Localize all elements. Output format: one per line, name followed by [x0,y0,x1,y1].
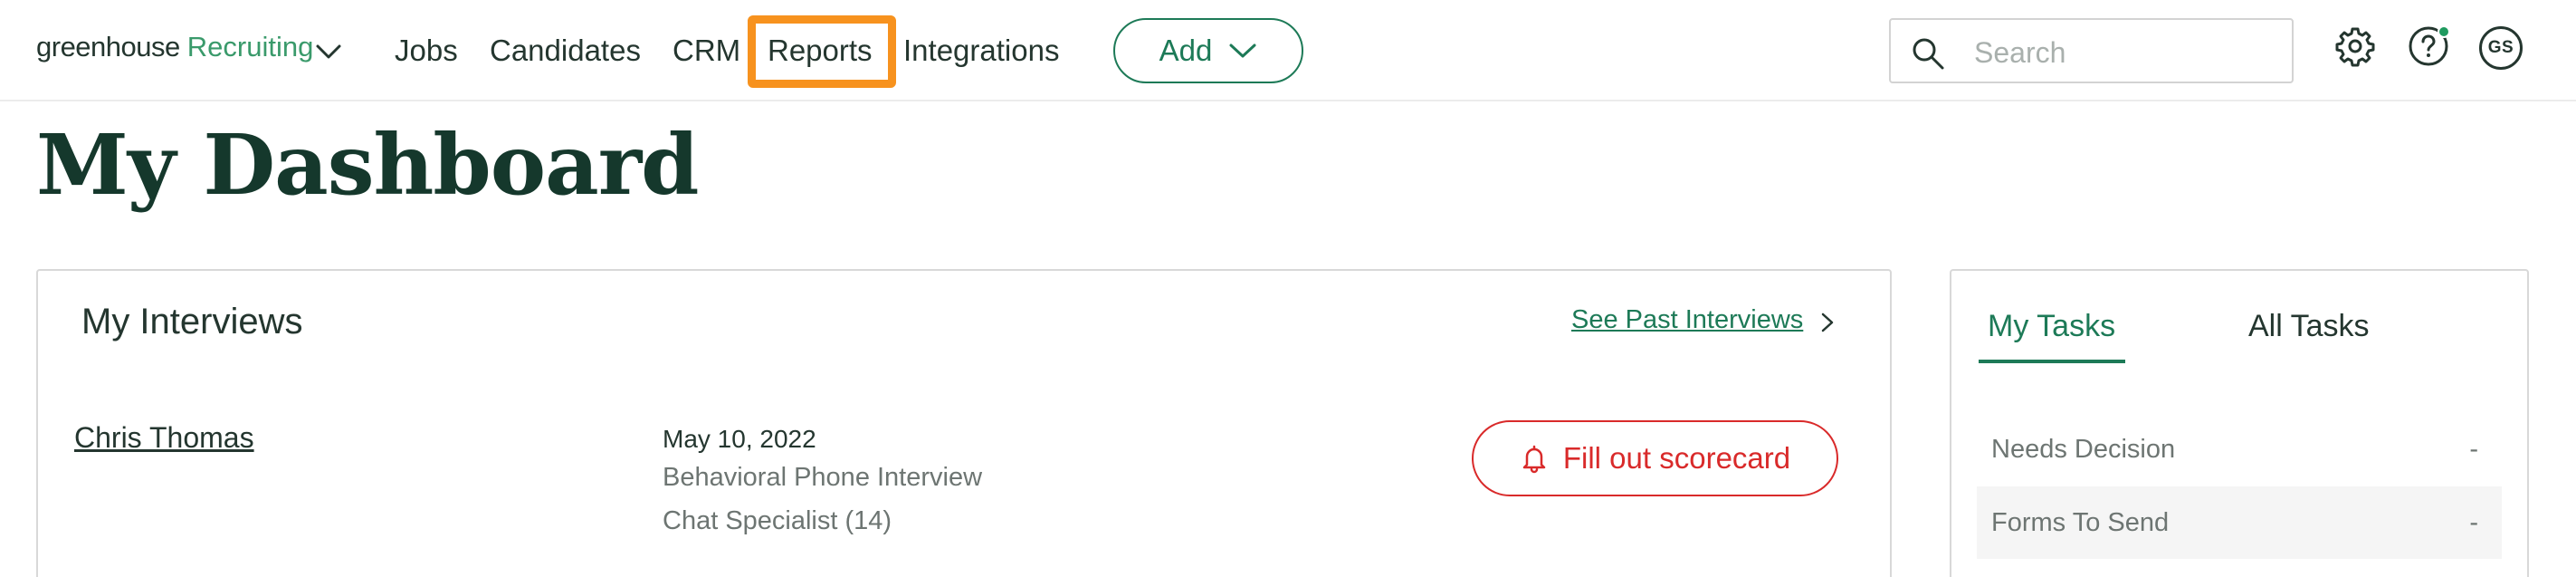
my-interviews-card: My Interviews See Past Interviews Chris … [36,269,1892,577]
interview-type: Behavioral Phone Interview [663,463,983,492]
brand-name: greenhouse [36,31,180,63]
nav-reports[interactable]: Reports [768,29,873,72]
see-past-interviews-link[interactable]: See Past Interviews [1571,305,1803,335]
nav-candidates[interactable]: Candidates [490,29,641,72]
task-label: Forms To Send [1991,507,2170,537]
nav-crm[interactable]: CRM [673,29,740,72]
search-input[interactable] [1974,33,2273,72]
avatar[interactable]: GS [2479,26,2523,70]
candidate-name-link[interactable]: Chris Thomas [74,421,254,455]
fill-out-scorecard-button[interactable]: Fill out scorecard [1472,420,1838,496]
interview-job: Chat Specialist (14) [663,506,892,535]
nav-integrations[interactable]: Integrations [903,29,1059,72]
tasks-card: My Tasks All Tasks Needs Decision - Form… [1950,269,2529,577]
gear-icon[interactable] [2334,25,2376,67]
task-count: - [2469,434,2478,464]
search-icon [1913,38,1944,70]
interviews-card-title: My Interviews [81,302,303,341]
add-button-label: Add [1159,34,1213,67]
active-tab-indicator [1979,360,2125,363]
add-button[interactable]: Add [1113,18,1303,83]
tab-my-tasks[interactable]: My Tasks [1988,309,2115,344]
top-navigation-bar: greenhouse Recruiting Jobs Candidates CR… [0,0,2576,101]
scorecard-button-label: Fill out scorecard [1562,441,1791,475]
bell-icon [1522,445,1546,474]
search-box[interactable] [1889,18,2294,83]
task-row-needs-decision[interactable]: Needs Decision - [1977,413,2502,486]
chevron-down-icon [1229,43,1256,58]
task-row-forms-to-send[interactable]: Forms To Send - [1977,486,2502,559]
task-label: Needs Decision [1991,434,2176,464]
chevron-right-icon[interactable] [1818,309,1837,336]
task-count: - [2469,507,2478,537]
chevron-down-icon[interactable] [313,36,344,67]
page-title: My Dashboard [36,116,700,214]
notification-dot [2438,25,2450,38]
greenhouse-logo[interactable]: greenhouse Recruiting [36,27,313,67]
brand-product: Recruiting [186,31,314,63]
tab-all-tasks[interactable]: All Tasks [2248,309,2370,344]
interview-date: May 10, 2022 [663,425,816,453]
nav-jobs[interactable]: Jobs [395,29,458,72]
